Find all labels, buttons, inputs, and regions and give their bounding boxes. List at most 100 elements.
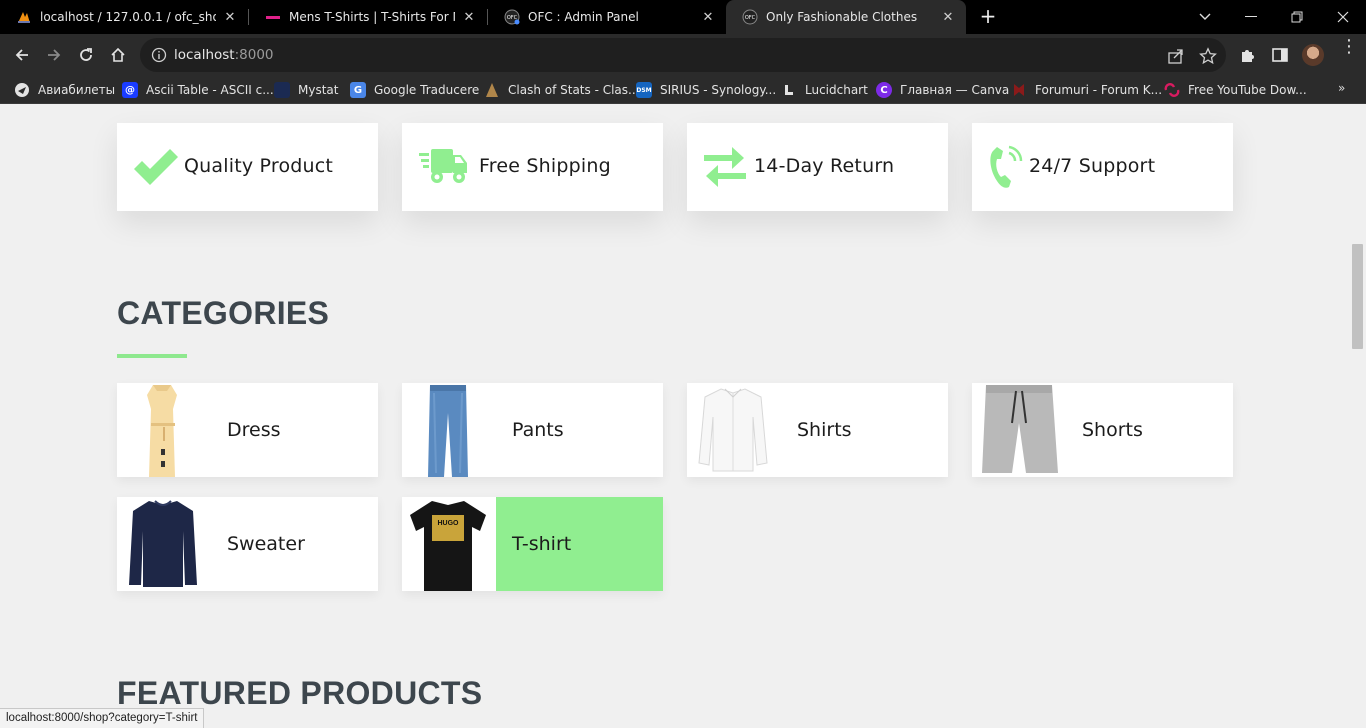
- address-url: localhost:8000: [174, 47, 274, 63]
- tab-mens-tshirts[interactable]: Mens T-Shirts | T-Shirts For Men | ✕: [249, 0, 487, 34]
- dress-image: [117, 383, 211, 477]
- bookmark-item[interactable]: Forumuri - Forum K...: [1011, 81, 1162, 99]
- bookmarks-bar: Авиабилеты @ Ascii Table - ASCII c... My…: [0, 76, 1366, 104]
- bookmark-item[interactable]: C Главная — Canva: [876, 81, 1009, 99]
- bookmark-item[interactable]: Mystat: [274, 81, 338, 99]
- featured-products-heading: FEATURED PRODUCTS: [117, 675, 483, 711]
- category-card-pants[interactable]: Pants: [402, 383, 663, 477]
- tshirt-image: HUGO: [402, 497, 496, 591]
- feature-label: Free Shipping: [479, 155, 611, 177]
- close-icon[interactable]: ✕: [940, 10, 956, 25]
- clash-of-stats-icon: [484, 82, 500, 98]
- bookmark-item[interactable]: G Google Traducere: [350, 81, 479, 99]
- category-card-shorts[interactable]: Shorts: [972, 383, 1233, 477]
- bookmark-item[interactable]: @ Ascii Table - ASCII c...: [122, 81, 274, 99]
- store-icon: [265, 9, 281, 25]
- category-label: Dress: [227, 419, 281, 441]
- tab-only-fashionable-clothes[interactable]: OFC Only Fashionable Clothes ✕: [726, 0, 966, 34]
- browser-tab-bar: localhost / 127.0.0.1 / ofc_shop / ✕ Men…: [0, 0, 1366, 34]
- tab-title: Only Fashionable Clothes: [766, 10, 918, 24]
- bookmark-star-icon[interactable]: [1199, 47, 1217, 65]
- feature-label: 24/7 Support: [1029, 155, 1156, 177]
- bookmark-label: Mystat: [298, 83, 339, 97]
- bookmark-label: Forumuri - Forum K...: [1035, 83, 1163, 97]
- side-panel-icon[interactable]: [1271, 46, 1289, 64]
- forum-icon: [1011, 82, 1027, 98]
- ofc-logo-icon: OFC: [504, 9, 520, 25]
- category-card-dress[interactable]: Dress: [117, 383, 378, 477]
- pants-image: [402, 383, 496, 477]
- svg-text:OFC: OFC: [745, 15, 756, 21]
- more-menu-icon[interactable]: ⋮: [1340, 38, 1358, 66]
- tab-phpmyadmin[interactable]: localhost / 127.0.0.1 / ofc_shop / ✕: [0, 0, 248, 34]
- shorts-image: [972, 383, 1066, 477]
- category-label: Pants: [512, 419, 564, 441]
- close-icon[interactable]: ✕: [461, 10, 477, 25]
- tab-search-icon[interactable]: [1182, 0, 1228, 34]
- check-icon: [132, 145, 180, 189]
- tab-title: Mens T-Shirts | T-Shirts For Men |: [289, 10, 455, 24]
- browser-toolbar: localhost:8000 ⋮: [0, 34, 1366, 76]
- category-card-sweater[interactable]: Sweater: [117, 497, 378, 591]
- close-window-icon[interactable]: [1320, 0, 1366, 34]
- category-label: Shirts: [797, 419, 852, 441]
- close-icon[interactable]: ✕: [700, 10, 716, 25]
- synology-icon: DSM: [636, 82, 652, 98]
- scrollbar-thumb[interactable]: [1352, 244, 1363, 349]
- shirt-image: [687, 383, 781, 477]
- bookmark-item[interactable]: DSM SIRIUS - Synology...: [636, 81, 776, 99]
- bookmark-label: SIRIUS - Synology...: [660, 83, 777, 97]
- profile-avatar[interactable]: [1302, 44, 1324, 66]
- truck-icon: [417, 145, 467, 189]
- category-label: T-shirt: [496, 497, 663, 591]
- lucidchart-icon: [781, 82, 797, 98]
- bookmark-item[interactable]: Free YouTube Dow...: [1164, 81, 1307, 99]
- category-label: Shorts: [1082, 419, 1143, 441]
- canva-icon: C: [876, 82, 892, 98]
- share-icon[interactable]: [1167, 47, 1185, 65]
- category-card-tshirt[interactable]: HUGO T-shirt: [402, 497, 663, 591]
- google-translate-icon: G: [350, 82, 366, 98]
- feature-24-7-support: 24/7 Support: [972, 123, 1233, 211]
- reload-icon[interactable]: [73, 42, 99, 68]
- ascii-icon: @: [122, 82, 138, 98]
- info-icon[interactable]: [151, 47, 167, 63]
- bookmark-label: Ascii Table - ASCII c...: [146, 83, 274, 97]
- bookmark-item[interactable]: Lucidchart: [781, 81, 868, 99]
- phone-icon: [987, 145, 1035, 189]
- forward-icon[interactable]: [41, 42, 67, 68]
- heading-underline: [117, 354, 187, 358]
- close-icon[interactable]: ✕: [222, 10, 238, 25]
- category-card-shirts[interactable]: Shirts: [687, 383, 948, 477]
- bookmark-label: Clash of Stats - Clas...: [508, 83, 640, 97]
- back-icon[interactable]: [9, 42, 35, 68]
- bookmark-label: Авиабилеты: [38, 83, 116, 97]
- feature-label: Quality Product: [184, 155, 334, 177]
- bookmark-label: Google Traducere: [374, 83, 480, 97]
- home-icon[interactable]: [105, 42, 131, 68]
- bookmark-item[interactable]: Авиабилеты: [14, 81, 115, 99]
- exchange-icon: [702, 145, 750, 189]
- bookmark-item[interactable]: Clash of Stats - Clas...: [484, 81, 639, 99]
- bookmarks-overflow-icon[interactable]: »: [1338, 81, 1345, 95]
- categories-heading: CATEGORIES: [117, 295, 330, 331]
- feature-quality-product: Quality Product: [117, 123, 378, 211]
- aviasales-icon: [14, 82, 30, 98]
- bookmark-label: Главная — Canva: [900, 83, 1010, 97]
- extensions-icon[interactable]: [1239, 46, 1257, 64]
- address-bar[interactable]: localhost:8000: [140, 38, 1226, 72]
- minimize-icon[interactable]: [1228, 0, 1274, 34]
- url-host: localhost: [174, 47, 235, 63]
- new-tab-button[interactable]: +: [976, 4, 1000, 28]
- page-scrollbar[interactable]: [1349, 105, 1366, 728]
- youtube-download-icon: [1164, 82, 1180, 98]
- tab-title: OFC : Admin Panel: [528, 10, 639, 24]
- url-port: :8000: [234, 47, 274, 63]
- tab-admin-panel[interactable]: OFC OFC : Admin Panel ✕: [488, 0, 726, 34]
- restore-icon[interactable]: [1274, 0, 1320, 34]
- svg-text:HUGO: HUGO: [438, 520, 460, 527]
- phpmyadmin-icon: [16, 9, 32, 25]
- mystat-icon: [274, 82, 290, 98]
- page-viewport: Quality Product Free Shipping 14-Day Ret…: [0, 105, 1349, 728]
- feature-14-day-return: 14-Day Return: [687, 123, 948, 211]
